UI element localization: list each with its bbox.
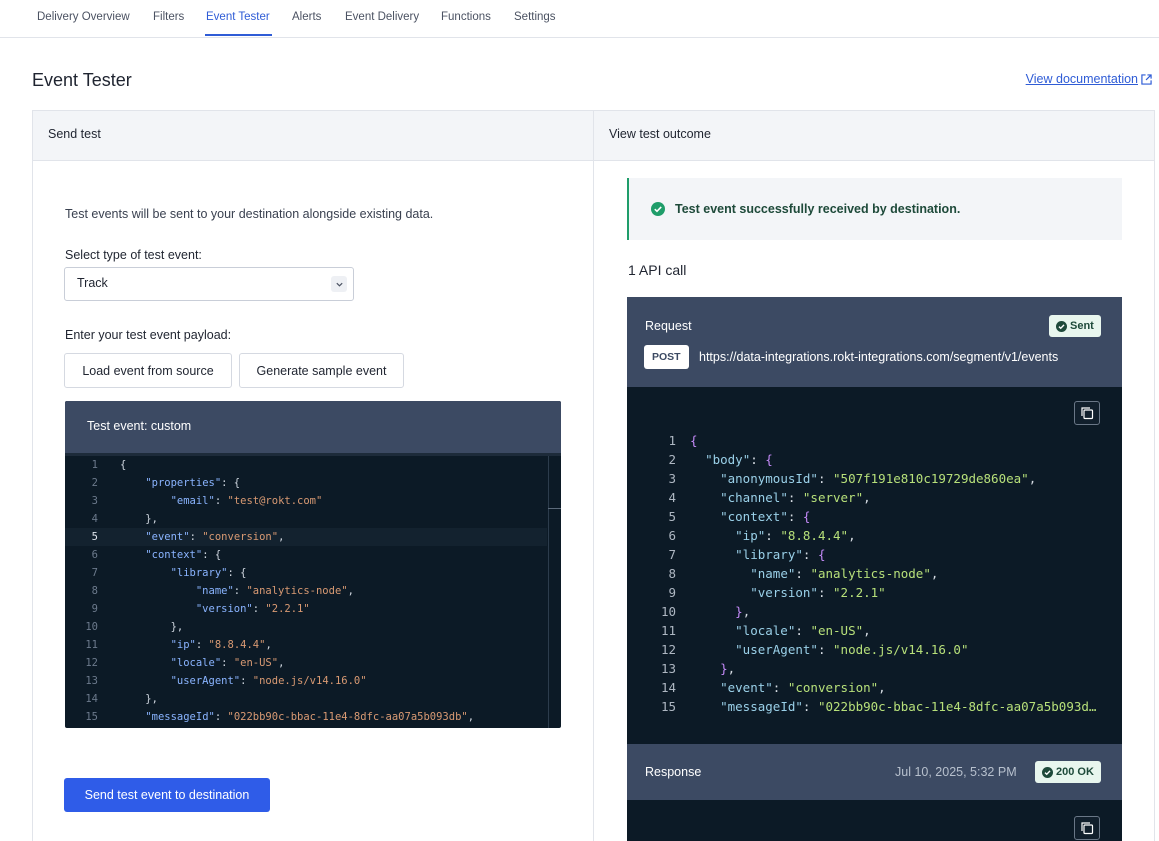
editor-scroll-marker (548, 508, 561, 509)
code-line: 11 "ip": "8.8.4.4", (85, 639, 272, 651)
code-line: 6 "context": { (91, 549, 222, 561)
request-code-line: 7 "library": { (668, 547, 826, 562)
http-method-badge: POST (644, 345, 689, 369)
status-badge-label: 200 OK (1056, 766, 1094, 778)
request-code-line: 14 "event": "conversion", (660, 680, 886, 695)
editor-title: Test event: custom (65, 401, 561, 453)
copy-request-button[interactable] (1074, 401, 1100, 425)
code-line: 13 "userAgent": "node.js/v14.16.0" (85, 675, 367, 687)
payload-editor[interactable]: Test event: custom 1{ 2 "properties": { … (65, 401, 561, 728)
active-tab-indicator (205, 34, 272, 36)
sent-badge-label: Sent (1070, 320, 1094, 332)
tab-delivery-overview[interactable]: Delivery Overview (37, 11, 130, 23)
request-code-line: 2 "body": { (668, 452, 773, 467)
request-title: Request (645, 319, 692, 333)
chevron-down-icon (331, 276, 347, 292)
api-call-count: 1 API call (628, 262, 687, 278)
code-line: 4 }, (91, 513, 158, 525)
success-banner: Test event successfully received by dest… (627, 178, 1122, 240)
check-circle-icon (1056, 320, 1067, 332)
code-line: 1{ (91, 459, 127, 471)
request-code-line: 15 "messageId": "022bb90c-bbac-11e4-8dfc… (660, 699, 1097, 714)
send-test-event-button[interactable]: Send test event to destination (64, 778, 270, 812)
response-header: Response Jul 10, 2025, 5:32 PM 200 OK (627, 744, 1122, 800)
event-type-select[interactable]: Track (64, 267, 354, 301)
editor-scrollbar[interactable] (548, 456, 561, 728)
request-code-line: 9 "version": "2.2.1" (668, 585, 886, 600)
request-code-line: 1{ (668, 433, 698, 448)
tab-filters[interactable]: Filters (153, 11, 184, 23)
page-title: Event Tester (32, 70, 132, 90)
tab-event-delivery[interactable]: Event Delivery (345, 11, 419, 23)
send-test-panel: Send test Test events will be sent to yo… (32, 110, 594, 841)
load-event-button[interactable]: Load event from source (64, 353, 232, 388)
check-circle-icon (651, 202, 665, 216)
code-line: 12 "locale": "en-US", (85, 657, 285, 669)
tab-settings[interactable]: Settings (514, 11, 556, 23)
copy-icon (1081, 407, 1094, 420)
view-documentation-link[interactable]: View documentation (1026, 72, 1152, 86)
test-outcome-header: View test outcome (594, 111, 1154, 161)
status-badge: 200 OK (1035, 761, 1101, 783)
request-header: Request Sent POST https://data-integrati… (627, 297, 1122, 387)
request-code-line: 5 "context": { (668, 509, 811, 524)
event-type-label: Select type of test event: (65, 248, 202, 262)
request-code-line: 13 }, (660, 661, 736, 676)
code-line-current: 5 "event": "conversion", (65, 528, 547, 546)
request-code-line: 10 }, (660, 604, 751, 619)
response-timestamp: Jul 10, 2025, 5:32 PM (895, 765, 1017, 779)
request-code-line: 12 "userAgent": "node.js/v14.16.0" (660, 642, 969, 657)
check-circle-icon (1042, 766, 1053, 778)
tab-bar: Delivery Overview Filters Event Tester A… (0, 0, 1159, 38)
request-code-line: 11 "locale": "en-US", (660, 623, 871, 638)
code-line: 3 "email": "test@rokt.com" (91, 495, 323, 507)
code-line: 9 "version": "2.2.1" (91, 603, 310, 615)
request-code-line: 6 "ip": "8.8.4.4", (668, 528, 856, 543)
tab-alerts[interactable]: Alerts (292, 11, 321, 23)
tab-event-tester[interactable]: Event Tester (206, 11, 270, 23)
request-code-line: 3 "anonymousId": "507f191e810c19729de860… (668, 471, 1037, 486)
copy-response-button[interactable] (1074, 816, 1100, 840)
code-line: 7 "library": { (91, 567, 247, 579)
external-link-icon (1141, 73, 1152, 85)
request-url: https://data-integrations.rokt-integrati… (699, 350, 1059, 364)
doc-link-label: View documentation (1025, 72, 1138, 86)
generate-sample-button[interactable]: Generate sample event (239, 353, 404, 388)
code-line: 10 }, (85, 621, 184, 633)
response-title: Response (645, 765, 702, 779)
code-line: 2 "properties": { (91, 477, 241, 489)
code-line: 15 "messageId": "022bb90c-bbac-11e4-8dfc… (85, 711, 475, 723)
request-card: Request Sent POST https://data-integrati… (627, 297, 1122, 841)
request-code-line: 4 "channel": "server", (668, 490, 871, 505)
event-type-value: Track (77, 276, 108, 290)
payload-label: Enter your test event payload: (65, 328, 232, 342)
tab-functions[interactable]: Functions (441, 11, 491, 23)
code-line: 14 }, (85, 693, 158, 705)
code-line: 8 "name": "analytics-node", (91, 585, 354, 597)
send-test-header: Send test (33, 111, 593, 161)
sent-badge: Sent (1049, 315, 1101, 337)
request-code-line: 8 "name": "analytics-node", (668, 566, 939, 581)
copy-icon (1081, 822, 1094, 835)
test-outcome-panel: View test outcome Test event successfull… (593, 110, 1155, 841)
intro-text: Test events will be sent to your destina… (65, 207, 434, 221)
success-message: Test event successfully received by dest… (675, 202, 961, 216)
